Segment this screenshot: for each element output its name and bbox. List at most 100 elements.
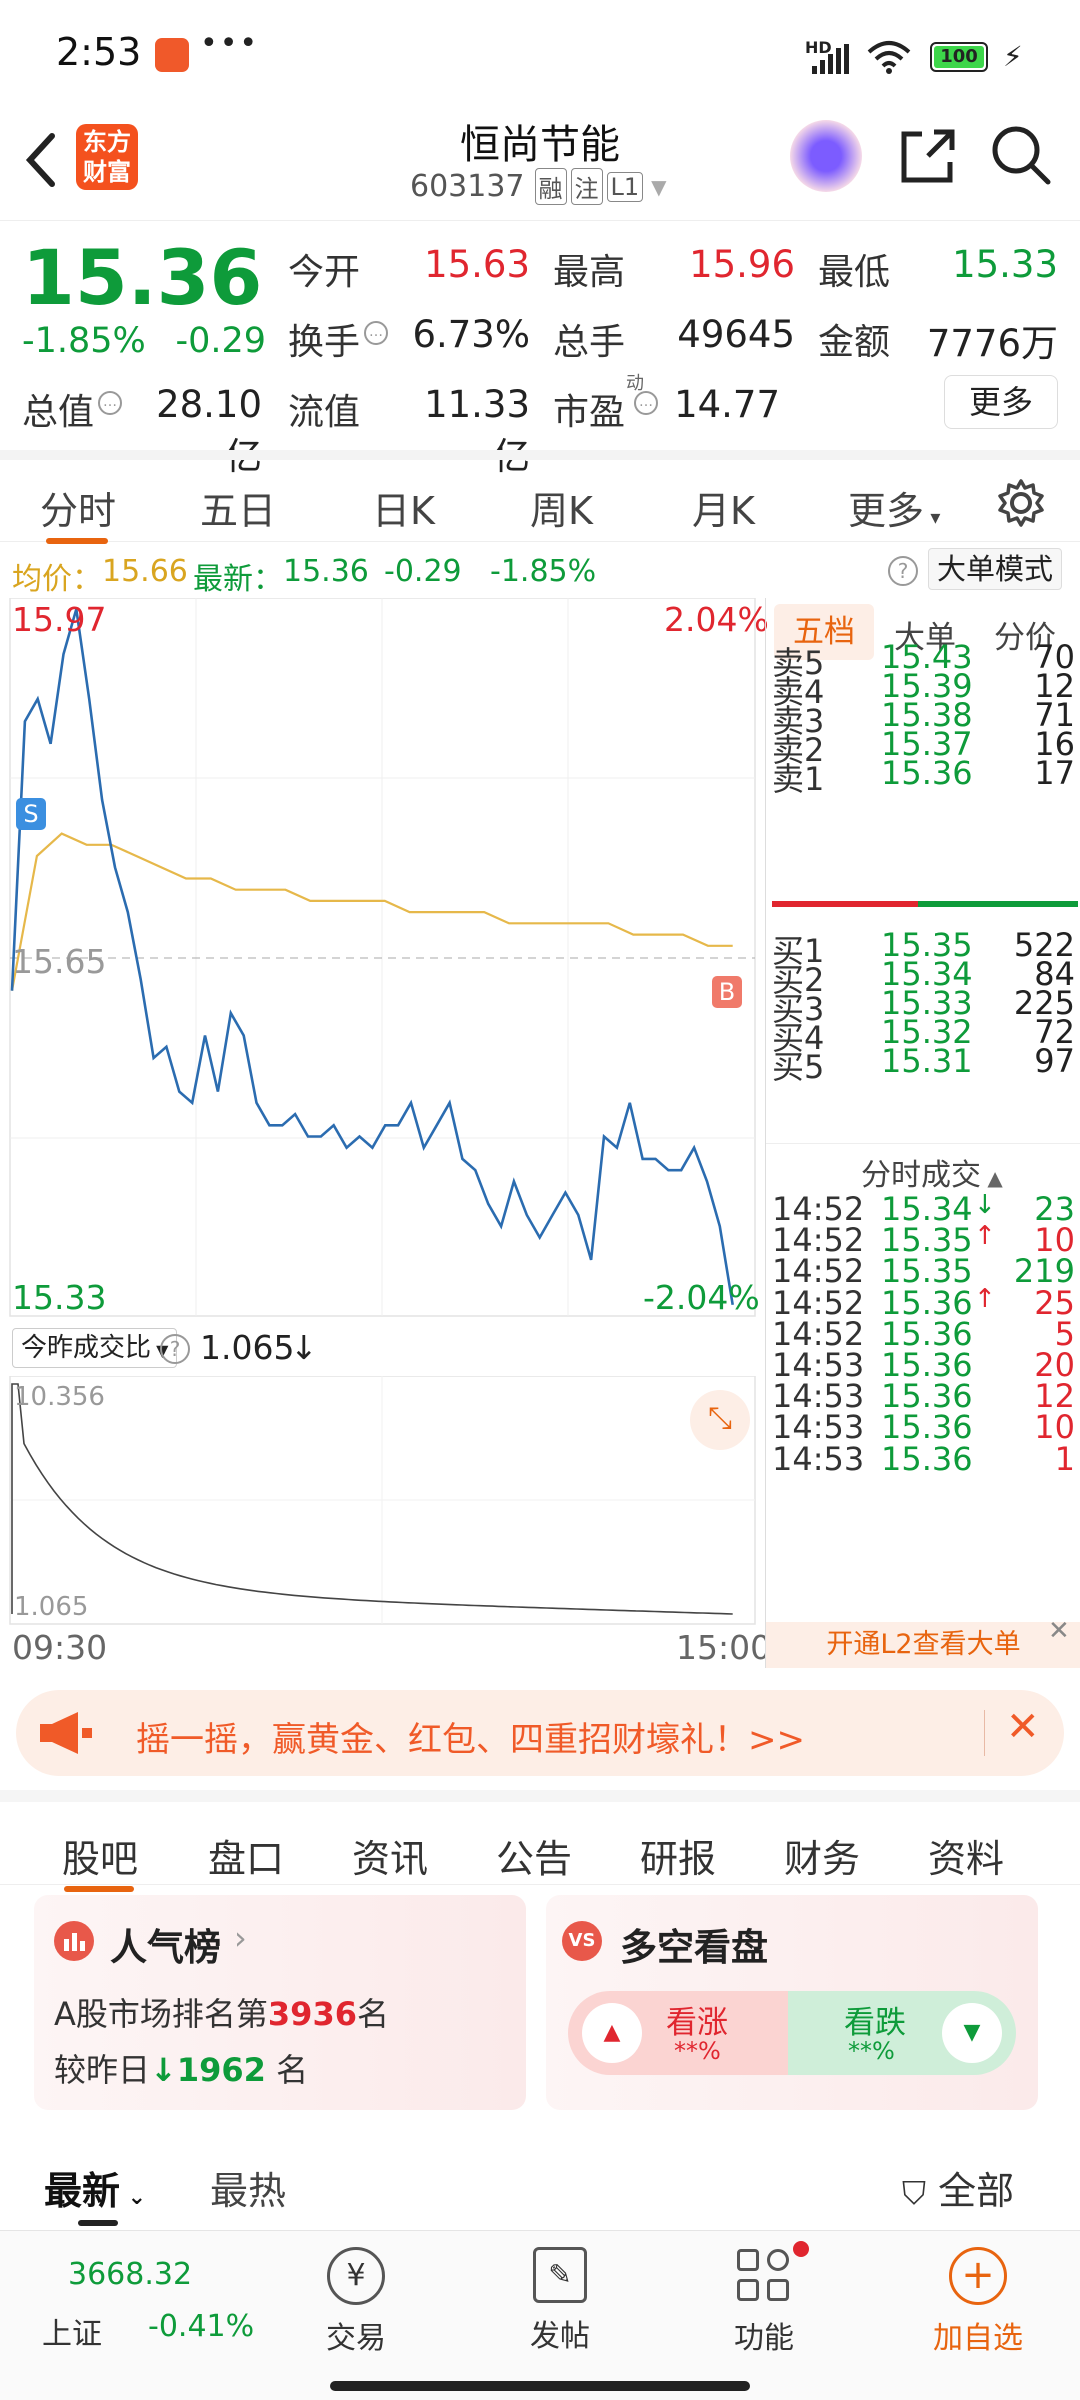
trade-row: 14:53 15.36 1 <box>766 1438 1080 1482</box>
versus-icon: VS <box>562 1921 602 1961</box>
tab-more[interactable]: 更多 ▾ <box>848 480 940 535</box>
ask-price: 15.36 <box>881 754 973 792</box>
latest-change-pct: -1.85% <box>490 554 597 589</box>
avg-line-path <box>10 832 733 991</box>
tab-indicator <box>78 2220 118 2226</box>
price-line-path <box>10 608 734 1306</box>
bull-button[interactable]: ▲ 看涨 **% <box>568 1991 788 2075</box>
battery-icon: 100 <box>930 42 988 72</box>
sell-marker[interactable]: S <box>16 798 46 830</box>
help-icon[interactable]: ? <box>160 1334 190 1364</box>
plus-circle-icon: + <box>949 2247 1007 2305</box>
high-value: 15.96 <box>689 243 795 286</box>
filter-icon: ⛉ <box>902 2174 927 2212</box>
chevron-right-icon: › <box>234 1919 247 1957</box>
close-icon[interactable]: ✕ <box>1048 1616 1070 1646</box>
tab-research[interactable]: 研报 <box>640 1828 716 1883</box>
popularity-title: 人气榜 <box>110 1926 221 1969</box>
avg-price-label: 均价： <box>12 562 102 597</box>
tab-finance[interactable]: 财务 <box>784 1828 860 1883</box>
change-percent: -1.85% <box>22 321 146 361</box>
grid-icon <box>737 2241 809 2303</box>
more-notifications-icon: ••• <box>200 26 260 61</box>
bid-bar <box>918 901 1078 907</box>
edit-icon: ✎ <box>533 2247 587 2303</box>
level-tag: L1 <box>606 171 644 202</box>
trade-arrow: ↓ <box>974 1190 996 1220</box>
popularity-card[interactable]: 人气榜 › A股市场排名第3936名 较昨日↓1962 名 <box>34 1895 526 2110</box>
trade-arrow: ↑ <box>974 1221 996 1252</box>
index-change[interactable]: -0.41% <box>148 2309 254 2344</box>
more-stats-button[interactable]: 更多 <box>944 375 1058 429</box>
tab-latest[interactable]: 最新 ⌄ <box>44 2160 146 2215</box>
tab-order-book[interactable]: 盘口 <box>208 1828 284 1883</box>
open-value: 15.63 <box>424 243 530 286</box>
mktcap-label: 总值 <box>22 392 95 433</box>
float-label: 流值 <box>288 392 361 433</box>
bid-row: 买5 15.31 97 <box>766 1040 1080 1086</box>
price-chart[interactable] <box>0 598 765 1318</box>
stock-code: 603137 <box>410 169 525 204</box>
turnover-label: 换手 <box>288 322 361 363</box>
info-icon[interactable]: … <box>364 321 388 345</box>
tab-five-day[interactable]: 五日 <box>200 480 276 535</box>
buy-marker[interactable]: B <box>712 976 742 1008</box>
close-icon[interactable]: ✕ <box>1006 1704 1040 1750</box>
info-icon[interactable]: … <box>634 391 658 415</box>
index-name[interactable]: 上证 <box>42 2309 102 2353</box>
trade-price: 15.36 <box>881 1439 973 1478</box>
expand-icon[interactable]: ⤡ <box>690 1390 750 1450</box>
sentiment-card[interactable]: VS 多空看盘 ▲ 看涨 **% 看跌 **% ▼ <box>546 1895 1038 2110</box>
notification-app-icon <box>155 38 189 72</box>
filter-button[interactable]: ⛉ 全部 <box>902 2160 1014 2215</box>
open-label: 今开 <box>288 252 361 293</box>
megaphone-icon <box>40 1712 92 1754</box>
chart-bottom-price: 15.33 <box>12 1278 107 1317</box>
index-value[interactable]: 3668.32 <box>68 2257 192 2292</box>
intraday-chart[interactable]: 15.97 2.04% 15.65 15.33 -2.04% S B 今昨成交比… <box>0 598 771 1668</box>
search-icon[interactable] <box>990 124 1054 188</box>
l2-upgrade-link[interactable]: 开通L2查看大单 <box>766 1622 1080 1668</box>
tab-monthly-k[interactable]: 月K <box>692 480 755 535</box>
tab-indicator <box>64 1886 134 1892</box>
tab-announcements[interactable]: 公告 <box>496 1828 572 1883</box>
pe-value: 14.77 <box>674 383 780 426</box>
nav-post[interactable]: ✎ 发帖 <box>490 2241 630 2355</box>
turnover-value: 6.73% <box>412 313 530 356</box>
chevron-down-icon: ▼ <box>651 174 667 199</box>
low-label: 最低 <box>818 252 891 293</box>
yen-icon: ¥ <box>327 2247 385 2305</box>
tab-daily-k[interactable]: 日K <box>372 480 435 535</box>
nav-add-watchlist[interactable]: + 加自选 <box>908 2241 1048 2357</box>
tab-hot[interactable]: 最热 <box>210 2160 286 2215</box>
status-bar: 2:53 ••• HD 100 ⚡ <box>0 0 1080 110</box>
avg-price-value: 15.66 <box>102 554 188 589</box>
nav-trade[interactable]: ¥ 交易 <box>286 2241 426 2357</box>
tab-forum[interactable]: 股吧 <box>62 1828 138 1883</box>
assistant-avatar-icon[interactable] <box>790 120 862 192</box>
volume-top-label: 10.356 <box>14 1382 105 1412</box>
tab-profile[interactable]: 资料 <box>928 1828 1004 1883</box>
nav-functions[interactable]: 功能 <box>694 2241 834 2357</box>
volume-label: 总手 <box>553 322 626 363</box>
quote-panel: 15.36 -1.85% -0.29 今开 15.63 最高 15.96 最低 … <box>0 220 1080 478</box>
chart-top-price: 15.97 <box>12 600 107 639</box>
ask-bar <box>772 901 918 907</box>
big-order-mode-button[interactable]: 大单模式 <box>928 548 1063 590</box>
share-icon[interactable] <box>898 126 958 186</box>
tab-news[interactable]: 资讯 <box>352 1828 428 1883</box>
tab-intraday[interactable]: 分时 <box>40 480 116 535</box>
help-icon[interactable]: ? <box>888 556 918 586</box>
volume-ratio-chart[interactable] <box>0 1376 765 1626</box>
sentiment-title: 多空看盘 <box>620 1926 768 1969</box>
tab-weekly-k[interactable]: 周K <box>530 480 593 535</box>
avg-price-line <box>10 832 733 991</box>
promo-banner[interactable]: 摇一摇，赢黄金、红包、四重招财壕礼！>> ✕ <box>16 1690 1064 1776</box>
settings-gear-icon[interactable] <box>996 478 1046 528</box>
stock-code-row[interactable]: 603137 融 注 L1 ▼ <box>410 168 667 205</box>
margin-tag: 融 <box>534 168 567 205</box>
bear-button[interactable]: 看跌 **% ▼ <box>788 1991 1016 2075</box>
volume-ratio-selector[interactable]: 今昨成交比 ▼ <box>12 1328 178 1368</box>
status-time: 2:53 <box>56 30 142 74</box>
info-icon[interactable]: … <box>98 391 122 415</box>
